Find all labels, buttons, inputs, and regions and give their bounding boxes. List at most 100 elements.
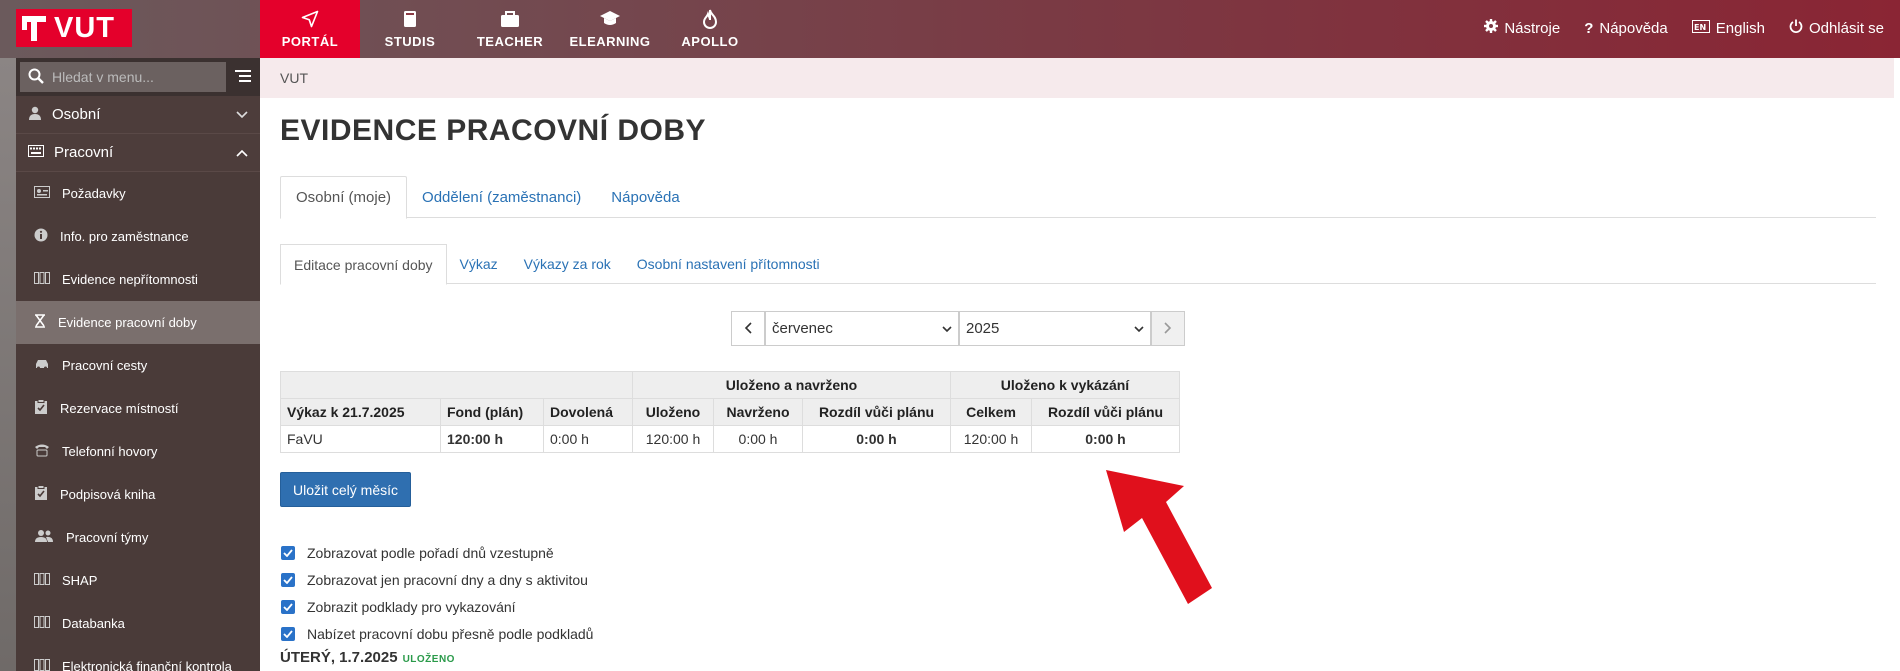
- save-month-button[interactable]: Uložit celý měsíc: [280, 472, 412, 507]
- car-icon: [34, 358, 50, 373]
- sidebar-item-pracovni-cesty[interactable]: Pracovní cesty: [16, 344, 260, 387]
- day-header: ÚTERÝ, 1.7.2025 ULOŽENO: [280, 649, 455, 666]
- svg-text:EN: EN: [1694, 23, 1706, 32]
- chevron-right-icon: [1164, 321, 1172, 337]
- column-header: Navrženo: [713, 398, 803, 426]
- sidebar-item-pracovni-tymy[interactable]: Pracovní týmy: [16, 516, 260, 559]
- chevron-down-icon: [1134, 320, 1144, 337]
- sidebar-item-databanka[interactable]: Databanka: [16, 602, 260, 645]
- column-header: Výkaz k 21.7.2025: [280, 398, 441, 426]
- menu-toggle-button[interactable]: [230, 69, 256, 86]
- nav-label: STUDIS: [384, 34, 436, 49]
- tools-label: Nástroje: [1504, 19, 1561, 37]
- sidebar-section-osobni[interactable]: Osobní: [16, 96, 260, 134]
- send-icon: [301, 9, 319, 29]
- nav-item-teacher[interactable]: TEACHER: [460, 0, 560, 58]
- sidebar-item-label: SHAP: [62, 573, 98, 588]
- nav-item-elearning[interactable]: ELEARNING: [560, 0, 660, 58]
- nav-item-apollo[interactable]: APOLLO: [660, 0, 760, 58]
- subtab-osobni-nastaveni[interactable]: Osobní nastavení přítomnosti: [624, 244, 833, 284]
- tools-link[interactable]: Nástroje: [1484, 19, 1560, 37]
- info-icon: [34, 228, 48, 245]
- table-cell: 0:00 h: [802, 425, 951, 453]
- year-select[interactable]: 2025: [959, 311, 1151, 346]
- checkbox-checked-icon[interactable]: [281, 599, 295, 614]
- breadcrumb-item[interactable]: VUT: [280, 70, 308, 86]
- column-header: Celkem: [950, 398, 1032, 426]
- columns-icon: [34, 272, 50, 287]
- sidebar-item-info[interactable]: Info. pro zaměstnance: [16, 215, 260, 258]
- search-input[interactable]: [52, 69, 212, 85]
- month-select[interactable]: červenec: [765, 311, 959, 346]
- option-label: Zobrazovat jen pracovní dny a dny s akti…: [307, 571, 588, 588]
- sidebar-item-telefonni-hovory[interactable]: Telefonní hovory: [16, 430, 260, 473]
- sidebar-item-label: Databanka: [62, 616, 125, 631]
- column-header: Dovolená: [543, 398, 633, 426]
- logo-text: VUT: [54, 11, 115, 44]
- option-checkbox[interactable]: Zobrazovat jen pracovní dny a dny s akti…: [281, 566, 593, 593]
- checkbox-checked-icon[interactable]: [281, 572, 295, 587]
- next-month-button[interactable]: [1151, 311, 1185, 346]
- main-tabs: Osobní (moje) Oddělení (zaměstnanci) Náp…: [280, 176, 1876, 219]
- sidebar-item-rezervace-mistnosti[interactable]: Rezervace místností: [16, 387, 260, 430]
- checkbox-checked-icon[interactable]: [281, 545, 295, 560]
- vut-logo[interactable]: VUT: [16, 9, 132, 47]
- tab-oddeleni[interactable]: Oddělení (zaměstnanci): [407, 176, 596, 218]
- sidebar-item-label: Telefonní hovory: [62, 444, 158, 459]
- sidebar-item-label: Podpisová kniha: [60, 487, 156, 502]
- sidebar-item-label: Pracovní cesty: [62, 358, 148, 373]
- nav-item-studis[interactable]: STUDIS: [360, 0, 460, 58]
- main-nav: PORTÁL STUDIS TEACHER ELEARNING APOLLO: [260, 0, 760, 58]
- nav-label: PORTÁL: [281, 34, 339, 49]
- option-checkbox[interactable]: Zobrazit podklady pro vykazování: [281, 593, 593, 620]
- chevron-left-icon: [744, 321, 752, 337]
- chevron-down-icon: [942, 320, 952, 337]
- chevron-up-icon: [236, 144, 248, 161]
- sidebar-item-financni-kontrola[interactable]: Elektronická finanční kontrola: [16, 645, 260, 671]
- nav-item-portal[interactable]: PORTÁL: [260, 0, 360, 58]
- checkbox-checked-icon[interactable]: [281, 626, 295, 641]
- logout-link[interactable]: Odhlásit se: [1789, 19, 1884, 37]
- option-checkbox[interactable]: Zobrazovat podle pořadí dnů vzestupně: [281, 539, 593, 566]
- column-header: Rozdíl vůči plánu: [802, 398, 951, 426]
- main-content: VUT EVIDENCE PRACOVNÍ DOBY Osobní (moje)…: [260, 58, 1894, 671]
- menu-list-icon: [235, 69, 252, 86]
- help-link[interactable]: ? Nápověda: [1584, 20, 1668, 37]
- subtab-editace[interactable]: Editace pracovní doby: [280, 244, 447, 285]
- subtab-vykazy-za-rok[interactable]: Výkazy za rok: [511, 244, 624, 284]
- language-icon: EN: [1691, 19, 1710, 37]
- sidebar-search: [16, 58, 260, 96]
- table-cell: 120:00 h: [440, 425, 544, 453]
- help-label: Nápověda: [1599, 19, 1668, 37]
- sidebar-item-label: Info. pro zaměstnance: [60, 229, 189, 244]
- options-list: Zobrazovat podle pořadí dnů vzestupně Zo…: [281, 539, 593, 647]
- option-checkbox[interactable]: Nabízet pracovní dobu přesně podle podkl…: [281, 620, 593, 647]
- breadcrumb: VUT: [260, 58, 1894, 98]
- table-cell: FaVU: [280, 425, 441, 453]
- language-link[interactable]: EN English: [1691, 19, 1765, 37]
- question-icon: ?: [1584, 19, 1594, 37]
- prev-month-button[interactable]: [731, 311, 765, 346]
- search-icon: [28, 68, 44, 87]
- sidebar-section-pracovni[interactable]: Pracovní: [16, 134, 260, 172]
- sidebar-item-pozadavky[interactable]: Požadavky: [16, 172, 260, 215]
- nav-label: APOLLO: [681, 34, 739, 49]
- sidebar: Osobní Pracovní Požadavky Info. pro zamě…: [16, 58, 260, 671]
- top-right-menu: Nástroje ? Nápověda EN English Odhlásit …: [1484, 0, 1884, 56]
- sidebar-item-shap[interactable]: SHAP: [16, 559, 260, 602]
- tab-napoveda[interactable]: Nápověda: [596, 176, 694, 218]
- subtab-vykaz[interactable]: Výkaz: [447, 244, 511, 284]
- tab-osobni[interactable]: Osobní (moje): [280, 176, 408, 219]
- sidebar-item-label: Evidence pracovní doby: [58, 315, 197, 330]
- hourglass-icon: [34, 314, 46, 331]
- page-title: EVIDENCE PRACOVNÍ DOBY: [280, 114, 707, 147]
- column-header: Fond (plán): [440, 398, 544, 426]
- briefcase-icon: [500, 9, 520, 29]
- month-value: červenec: [772, 320, 833, 337]
- sidebar-item-evidence-pracovni-doby[interactable]: Evidence pracovní doby: [16, 301, 260, 344]
- table-group-empty: [280, 371, 633, 399]
- sidebar-item-evidence-nepritomnosti[interactable]: Evidence nepřítomnosti: [16, 258, 260, 301]
- sidebar-item-podpisova-kniha[interactable]: Podpisová kniha: [16, 473, 260, 516]
- graduation-cap-icon: [599, 9, 621, 29]
- sidebar-section-label: Osobní: [52, 106, 101, 123]
